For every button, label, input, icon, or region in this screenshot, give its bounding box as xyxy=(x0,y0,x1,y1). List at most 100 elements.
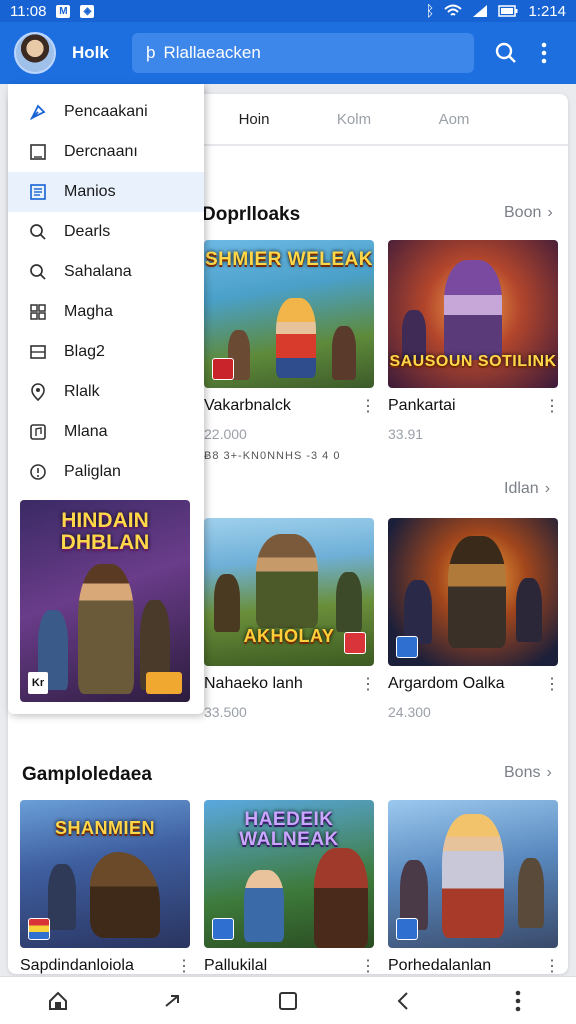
game-card[interactable]: Argardom Oalka ⋮ 24.300 xyxy=(388,518,560,720)
drawer-item[interactable]: Rlalk xyxy=(8,372,204,412)
game-card[interactable]: AKHOLAY Nahaeko lanh ⋮ 33.500 xyxy=(204,518,376,720)
overflow-menu-button[interactable] xyxy=(534,39,554,67)
game-art-title: SAUSOUN SOTILINK xyxy=(389,353,557,370)
game-badge-icon xyxy=(28,918,50,940)
game-meta: 22.000 xyxy=(204,426,247,442)
drawer-item[interactable]: Dearls xyxy=(8,212,204,252)
game-badge-icon xyxy=(344,632,366,654)
game-title: Pallukilal xyxy=(204,957,268,974)
drawer-item[interactable]: Blag2 xyxy=(8,332,204,372)
drawer-item-label: Mlana xyxy=(64,423,108,440)
game-badge-icon xyxy=(212,358,234,380)
game-card[interactable]: SHANMIEN Sapdindanloiola ⋮ xyxy=(20,800,192,974)
section-title: Doprlloaks xyxy=(202,204,301,225)
more-vert-icon xyxy=(516,990,521,1011)
more-vert-icon[interactable]: ⋮ xyxy=(544,396,560,416)
wifi-icon xyxy=(444,4,463,16)
game-title: Nahaeko lanh xyxy=(204,675,303,692)
drawer-item-label: Manios xyxy=(64,183,116,200)
game-thumbnail: HAEDEIK WALNEAK xyxy=(204,800,374,948)
square-icon xyxy=(28,142,48,162)
drawer-item[interactable]: Mlana xyxy=(8,412,204,452)
home-button[interactable] xyxy=(38,981,78,1021)
more-vert-icon[interactable]: ⋮ xyxy=(360,674,376,694)
game-meta: 24.300 xyxy=(388,704,431,720)
drawer-item-active[interactable]: Manios xyxy=(8,172,204,212)
mail-icon: M xyxy=(56,4,71,18)
avatar[interactable] xyxy=(14,32,56,74)
search-icon xyxy=(495,42,516,63)
game-title: Argardom Oalka xyxy=(388,675,505,692)
location-icon xyxy=(28,382,48,402)
more-link-label: Boon xyxy=(504,204,542,221)
drawer-item-label: Dearls xyxy=(64,223,111,240)
chevron-right-icon: › xyxy=(546,764,552,781)
drawer-item[interactable]: Dercnaanı xyxy=(8,132,204,172)
arrow-forward-icon xyxy=(165,994,179,1007)
drawer-item-label: Pencaakani xyxy=(64,103,148,120)
drawer-item[interactable]: Paliglan xyxy=(8,452,204,492)
recents-button[interactable] xyxy=(268,981,308,1021)
back-button[interactable] xyxy=(383,981,423,1021)
app-bar: Holk ϸ Rlallaeacken xyxy=(0,22,576,84)
drawer-item-label: Paliglan xyxy=(64,463,121,480)
section-more-link[interactable]: Bons › xyxy=(504,764,552,782)
tab-hoin[interactable]: Hoin xyxy=(204,111,304,128)
pin-icon xyxy=(28,102,48,122)
game-card[interactable]: SHMIER WELEAK Vakarbnalck ⋮ 22.000 xyxy=(204,240,376,442)
navigation-drawer: Pencaakani Dercnaanı Manios Dearls Sahal… xyxy=(8,84,204,714)
promo-strip-text: Ƀ8 3+-KN0NNHS -3 4 0 xyxy=(204,450,341,462)
game-badge-icon xyxy=(396,636,418,658)
share-button[interactable] xyxy=(153,981,193,1021)
more-vert-icon[interactable]: ⋮ xyxy=(360,396,376,416)
status-clock: 1:214 xyxy=(528,2,566,20)
tab-aom[interactable]: Aom xyxy=(404,111,504,128)
drawer-promo-banner[interactable]: HINDAIN DHBLAN Kr xyxy=(20,500,190,702)
drawer-item-label: Sahalana xyxy=(64,263,132,280)
more-vert-icon[interactable]: ⋮ xyxy=(544,674,560,694)
status-time: 11:08 xyxy=(10,2,47,20)
search-button[interactable] xyxy=(492,39,520,67)
more-vert-icon[interactable]: ⋮ xyxy=(360,956,376,974)
tab-kolm[interactable]: Kolm xyxy=(304,111,404,128)
game-title: Porhedalanlan xyxy=(388,957,492,974)
grid-icon xyxy=(28,302,48,322)
game-card[interactable]: SAUSOUN SOTILINK Pankartai ⋮ 33.91 xyxy=(388,240,560,442)
more-button[interactable] xyxy=(498,981,538,1021)
game-card[interactable]: HAEDEIK WALNEAK Pallukilal ⋮ xyxy=(204,800,376,974)
info-icon xyxy=(28,462,48,482)
chevron-right-icon: › xyxy=(547,204,553,221)
app-brand: Holk xyxy=(72,43,109,62)
game-thumbnail: SAUSOUN SOTILINK xyxy=(388,240,558,388)
battery-icon xyxy=(498,5,518,17)
search-icon xyxy=(28,222,48,242)
game-thumbnail xyxy=(388,800,558,948)
more-vert-icon[interactable]: ⋮ xyxy=(176,956,192,974)
game-art-title: SHMIER WELEAK xyxy=(205,249,373,270)
search-input[interactable]: ϸ Rlallaeacken xyxy=(132,33,474,73)
game-thumbnail: AKHOLAY xyxy=(204,518,374,666)
more-vert-icon[interactable]: ⋮ xyxy=(544,956,560,974)
search-icon xyxy=(28,262,48,282)
game-badge-icon xyxy=(212,918,234,940)
game-card[interactable]: Porhedalanlan ⋮ xyxy=(388,800,560,974)
game-thumbnail: SHMIER WELEAK xyxy=(204,240,374,388)
drawer-item-label: Blag2 xyxy=(64,343,105,360)
promo-badge: Kr xyxy=(28,672,48,694)
section-title: Gamploledaea xyxy=(22,764,152,785)
section-more-link[interactable]: Boon › xyxy=(504,204,553,222)
game-thumbnail xyxy=(388,518,558,666)
drawer-item[interactable]: Magha xyxy=(8,292,204,332)
drawer-item-label: Rlalk xyxy=(64,383,100,400)
game-title: Sapdindanloiola xyxy=(20,957,134,974)
panel-icon xyxy=(28,342,48,362)
game-title: Pankartai xyxy=(388,397,456,414)
drawer-item[interactable]: Pencaakani xyxy=(8,92,204,132)
list-icon xyxy=(28,182,48,202)
section-more-link[interactable]: Idlan › xyxy=(504,480,550,498)
bluetooth-icon: ᛒ xyxy=(425,2,435,20)
game-badge-icon xyxy=(396,918,418,940)
drawer-item-label: Dercnaanı xyxy=(64,143,138,160)
drawer-item[interactable]: Sahalana xyxy=(8,252,204,292)
promo-art-title: HINDAIN DHBLAN xyxy=(60,509,150,554)
